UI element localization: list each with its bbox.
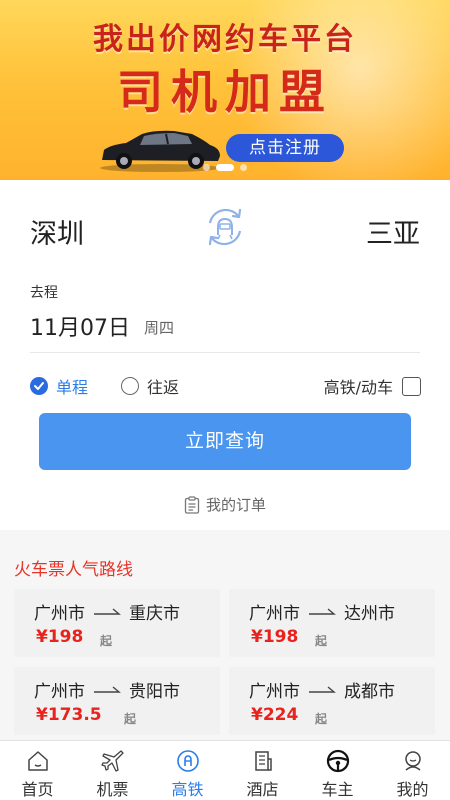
- nav-label: 首页: [21, 780, 54, 799]
- route-from: 广州市: [34, 604, 85, 624]
- nav-label: 高铁: [171, 780, 204, 799]
- route-from: 广州市: [249, 604, 300, 624]
- price-suffix: 起: [124, 712, 137, 726]
- clipboard-icon: [184, 495, 200, 514]
- carousel-dots: [0, 164, 450, 171]
- route-line: 广州市 贵阳市: [34, 677, 180, 702]
- nav-item-hotel[interactable]: 酒店: [225, 741, 300, 800]
- nav-item-home[interactable]: 首页: [0, 741, 75, 800]
- hsr-label: 高铁/动车: [323, 378, 393, 397]
- route-price: ¥173.5: [36, 705, 102, 725]
- promo-banner[interactable]: 我出价网约车平台 司机加盟 点击注册: [0, 0, 450, 180]
- nav-label: 车主: [321, 780, 354, 799]
- steering-wheel-icon: [326, 749, 349, 773]
- my-orders-label: 我的订单: [205, 496, 266, 514]
- register-button[interactable]: 点击注册: [226, 134, 344, 162]
- route-price: ¥198: [36, 627, 84, 647]
- departure-weekday: 周四: [144, 319, 175, 337]
- popular-routes-title: 火车票人气路线: [14, 560, 133, 580]
- route-card[interactable]: 广州市 达州市 ¥198 起: [229, 589, 435, 657]
- one-way-option[interactable]: 单程: [30, 374, 88, 398]
- train-ticket-page: 我出价网约车平台 司机加盟 点击注册 深圳 三亚 去程 11月07日 周四 单程…: [0, 0, 450, 800]
- hsr-checkbox[interactable]: [402, 376, 421, 396]
- route-price: ¥224: [251, 705, 299, 725]
- route-arrow-icon: [309, 685, 336, 693]
- nav-label: 我的: [396, 780, 429, 799]
- route-card[interactable]: 广州市 贵阳市 ¥173.5 起: [14, 667, 220, 735]
- nav-label: 酒店: [246, 780, 279, 799]
- nav-item-train[interactable]: 高铁: [150, 741, 225, 800]
- route-line: 广州市 重庆市: [34, 599, 180, 624]
- radio-unchecked-icon: [121, 377, 139, 395]
- route-arrow-icon: [94, 685, 121, 693]
- route-line: 广州市 达州市: [249, 599, 395, 624]
- carousel-dot: [240, 164, 247, 171]
- route-price: ¥198: [251, 627, 299, 647]
- profile-icon: [404, 751, 421, 771]
- route-to: 成都市: [344, 682, 395, 702]
- round-trip-option[interactable]: 往返: [121, 374, 179, 398]
- search-button[interactable]: 立即查询: [39, 413, 411, 470]
- route-to: 达州市: [344, 604, 395, 624]
- home-icon: [27, 751, 48, 771]
- price-suffix: 起: [100, 634, 113, 648]
- nav-item-profile[interactable]: 我的: [375, 741, 450, 800]
- date-divider: [30, 352, 420, 353]
- nav-label: 机票: [96, 780, 129, 799]
- hotel-icon: [254, 751, 272, 771]
- hsr-filter[interactable]: 高铁/动车: [324, 374, 421, 398]
- route-arrow-icon: [309, 607, 336, 615]
- nav-item-flights[interactable]: 机票: [75, 741, 150, 800]
- price-suffix: 起: [315, 634, 328, 648]
- round-trip-label: 往返: [147, 378, 180, 397]
- to-city[interactable]: 三亚: [366, 212, 420, 251]
- price-suffix: 起: [315, 712, 328, 726]
- radio-checked-icon: [30, 377, 48, 395]
- departure-label: 去程: [30, 285, 58, 301]
- nav-item-driver[interactable]: 车主: [300, 741, 375, 800]
- route-from: 广州市: [249, 682, 300, 702]
- route-to: 贵阳市: [129, 682, 180, 702]
- bottom-nav: 首页 机票 高铁 酒店 车主 我的: [0, 740, 450, 800]
- route-card[interactable]: 广州市 成都市 ¥224 起: [229, 667, 435, 735]
- carousel-dot-active: [216, 164, 234, 171]
- route-card[interactable]: 广州市 重庆市 ¥198 起: [14, 589, 220, 657]
- carousel-dot: [203, 164, 210, 171]
- route-arrow-icon: [94, 607, 121, 615]
- my-orders-link[interactable]: 我的订单: [0, 494, 450, 515]
- route-from: 广州市: [34, 682, 85, 702]
- plane-icon: [100, 750, 124, 772]
- one-way-label: 单程: [56, 378, 89, 397]
- swap-cities-icon[interactable]: [201, 203, 249, 251]
- route-to: 重庆市: [129, 604, 180, 624]
- departure-date[interactable]: 11月07日: [30, 310, 130, 342]
- route-line: 广州市 成都市: [249, 677, 395, 702]
- from-city[interactable]: 深圳: [30, 212, 84, 251]
- banner-title: 司机加盟: [117, 65, 333, 119]
- banner-headline: 我出价网约车平台: [93, 22, 357, 57]
- train-icon: [176, 750, 199, 772]
